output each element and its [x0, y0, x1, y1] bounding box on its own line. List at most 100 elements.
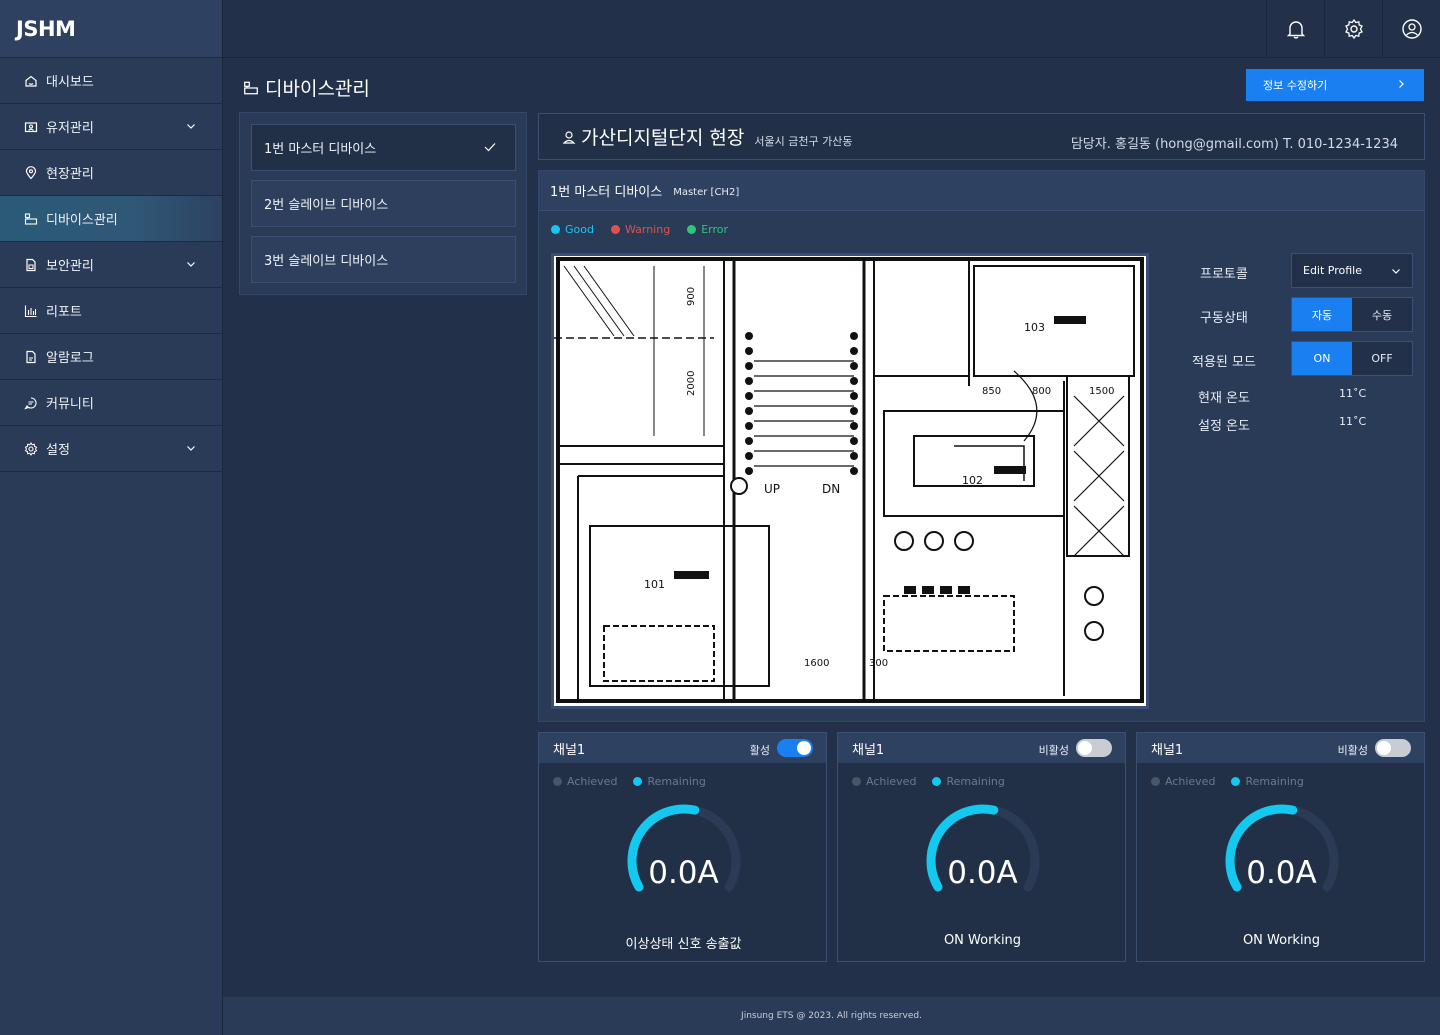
floor-plan-label: 102	[962, 474, 983, 487]
sidebar-item-label: 설정	[46, 443, 70, 458]
legend-remaining: Remaining	[1245, 775, 1304, 788]
location-pin-icon	[25, 165, 37, 179]
sidebar-item-sites[interactable]: 현장관리	[0, 150, 222, 196]
legend-good: Good	[551, 223, 594, 236]
device-list: 1번 마스터 디바이스 2번 슬레이브 디바이스 3번 슬레이브 디바이스	[239, 112, 527, 295]
notifications-button[interactable]	[1266, 0, 1324, 58]
drive-auto-option[interactable]: 자동	[1292, 298, 1352, 331]
app-logo[interactable]: JSHM	[0, 0, 222, 58]
site-address: 서울시 금천구 가산동	[754, 134, 853, 148]
bell-icon	[1286, 21, 1305, 39]
applied-mode-label: 적용된 모드	[1192, 355, 1256, 370]
floor-plan-label: DN	[822, 482, 840, 496]
site-name: 가산디지털단지 현장	[581, 127, 745, 149]
channel-title: 채널1	[1151, 742, 1184, 758]
device-item-master[interactable]: 1번 마스터 디바이스	[251, 124, 516, 171]
floor-plan-label: UP	[764, 482, 780, 496]
legend-error: Error	[687, 223, 728, 236]
user-circle-icon	[1401, 19, 1422, 39]
chevron-right-icon	[1399, 80, 1404, 88]
mode-off-option[interactable]: OFF	[1352, 342, 1412, 375]
floor-plan-label: 1500	[1089, 386, 1114, 397]
device-item-slave-2[interactable]: 2번 슬레이브 디바이스	[251, 180, 516, 227]
protocol-select[interactable]: Edit Profile	[1291, 253, 1413, 288]
current-temp-value: 11˚C	[1339, 387, 1367, 400]
set-temp-label: 설정 온도	[1198, 419, 1250, 434]
toggle-knob	[1377, 741, 1391, 755]
protocol-value: Edit Profile	[1303, 264, 1363, 277]
gauge-value: 0.0A	[1246, 855, 1317, 891]
settings-button[interactable]	[1324, 0, 1382, 58]
sidebar-item-settings[interactable]: 설정	[0, 426, 222, 472]
sidebar-item-label: 커뮤니티	[46, 397, 94, 412]
legend-label: Warning	[624, 223, 671, 236]
device-detail-subtitle: Master [CH2]	[673, 187, 740, 198]
channel-card: 채널1 비활성 Achieved Remaining 0.0A ON Worki…	[837, 732, 1126, 962]
mode-on-option[interactable]: ON	[1292, 342, 1352, 375]
channel-toggle[interactable]	[1076, 739, 1112, 757]
sidebar-item-label: 유저관리	[46, 121, 94, 136]
set-temp-value: 11˚C	[1339, 415, 1367, 428]
legend-dot	[553, 777, 562, 786]
current-temp-label: 현재 온도	[1198, 391, 1250, 406]
sidebar-item-label: 보안관리	[46, 259, 94, 274]
channel-header: 채널1 비활성	[1137, 733, 1424, 763]
sidebar-item-devices[interactable]: 디바이스관리	[0, 196, 222, 242]
current-gauge	[627, 804, 741, 892]
channel-header: 채널1 활성	[539, 733, 826, 763]
page-title-text: 디바이스관리	[265, 78, 370, 100]
drive-state-toggle: 자동 수동	[1291, 297, 1413, 332]
legend-remaining: Remaining	[946, 775, 1005, 788]
device-item-label: 3번 슬레이브 디바이스	[264, 254, 389, 269]
floor-plan-label: 900	[686, 287, 697, 306]
legend-dot	[852, 777, 861, 786]
user-card-icon	[24, 121, 38, 132]
channel-header: 채널1 비활성	[838, 733, 1125, 763]
location-user-icon	[562, 130, 576, 144]
profile-button[interactable]	[1382, 0, 1440, 58]
floor-plan-label: 101	[644, 578, 665, 591]
legend-dot	[551, 225, 560, 234]
legend-remaining: Remaining	[647, 775, 706, 788]
legend-dot	[610, 225, 620, 234]
legend-warning: Warning	[610, 223, 671, 236]
device-item-label: 1번 마스터 디바이스	[264, 142, 377, 157]
bar-chart-icon	[24, 305, 37, 317]
chevron-down-icon[interactable]	[186, 259, 196, 269]
legend-dot	[1231, 777, 1241, 786]
device-detail-panel: 1번 마스터 디바이스 Master [CH2] Good Warning Er…	[538, 170, 1425, 722]
chat-icon	[24, 396, 37, 409]
home-icon	[25, 75, 37, 87]
sidebar-item-users[interactable]: 유저관리	[0, 104, 222, 150]
sidebar-item-dashboard[interactable]: 대시보드	[0, 58, 222, 104]
channel-state-label: 비활성	[1337, 744, 1368, 757]
floor-plan-label: 1600	[804, 658, 829, 669]
device-item-slave-3[interactable]: 3번 슬레이브 디바이스	[251, 236, 516, 283]
site-header: 가산디지털단지 현장 서울시 금천구 가산동 담당자. 홍길동 (hong@gm…	[538, 113, 1425, 160]
device-item-label: 2번 슬레이브 디바이스	[264, 198, 389, 213]
legend-dot	[633, 777, 643, 786]
footer: Jinsung ETS @ 2023. All rights reserved.	[223, 997, 1440, 1035]
channel-toggle[interactable]	[777, 739, 813, 757]
sidebar-item-alarm-log[interactable]: 알람로그	[0, 334, 222, 380]
device-icon	[24, 212, 38, 225]
chevron-down-icon[interactable]	[186, 121, 196, 131]
gear-icon	[1344, 18, 1363, 40]
edit-info-label: 정보 수정하기	[1263, 79, 1328, 92]
floor-plan-label: 300	[869, 658, 888, 669]
gear-icon	[24, 441, 38, 456]
legend-achieved: Achieved	[1165, 775, 1216, 788]
document-lock-icon	[26, 258, 36, 271]
edit-info-button[interactable]: 정보 수정하기	[1246, 69, 1424, 101]
sidebar-item-community[interactable]: 커뮤니티	[0, 380, 222, 426]
channel-caption: ON Working	[943, 933, 1022, 948]
floor-plan-label: 800	[1032, 386, 1051, 397]
chevron-down-icon[interactable]	[186, 443, 196, 453]
channel-card: 채널1 비활성 Achieved Remaining 0.0A ON Worki…	[1136, 732, 1425, 962]
sidebar-item-security[interactable]: 보안관리	[0, 242, 222, 288]
sidebar-item-reports[interactable]: 리포트	[0, 288, 222, 334]
channel-toggle[interactable]	[1375, 739, 1411, 757]
floor-plan[interactable]: UP DN 101 102 103 850 800 1500 1600 300 …	[551, 253, 1149, 709]
drive-manual-option[interactable]: 수동	[1352, 298, 1412, 331]
device-icon	[244, 81, 258, 94]
